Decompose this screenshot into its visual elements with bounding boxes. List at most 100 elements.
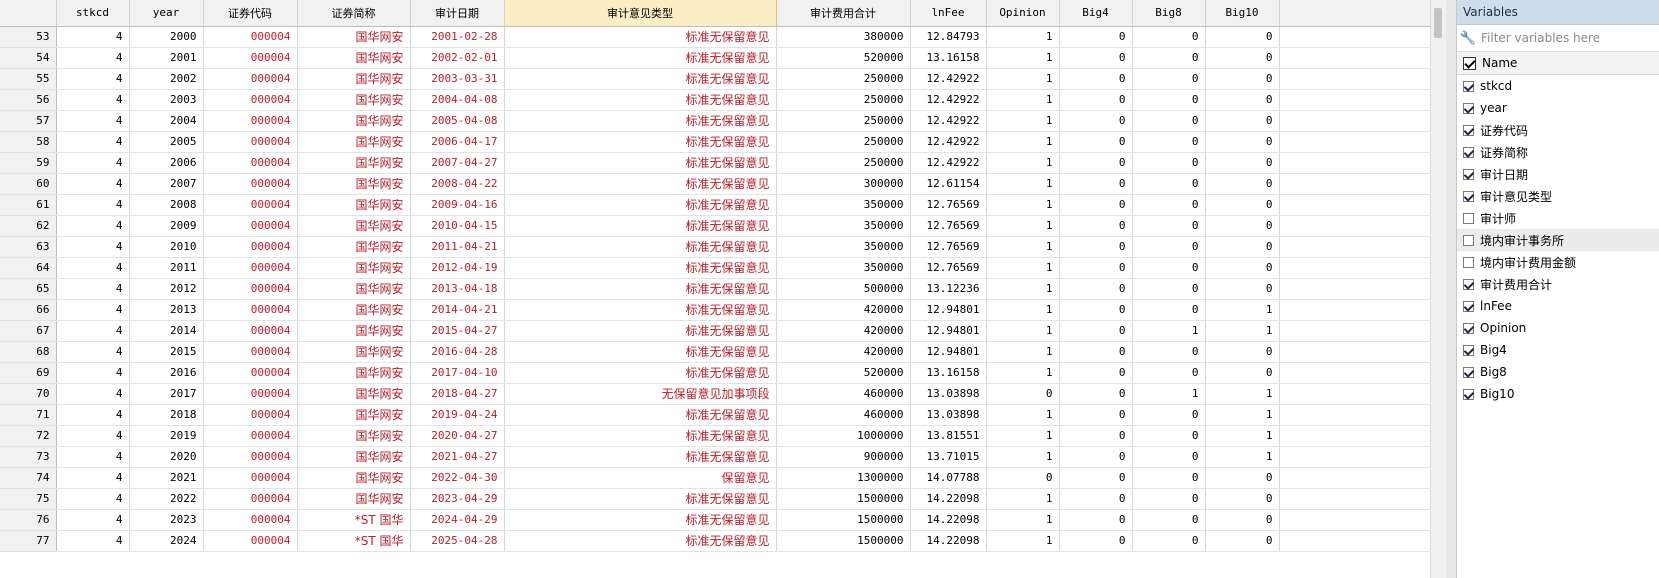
table-cell[interactable]: 1 bbox=[1205, 320, 1280, 342]
variable-checkbox[interactable] bbox=[1463, 322, 1474, 334]
table-cell[interactable]: 2010 bbox=[129, 236, 204, 258]
table-cell[interactable]: 标准无保留意见 bbox=[504, 341, 777, 363]
table-cell[interactable]: 2009-04-16 bbox=[410, 194, 505, 216]
table-cell[interactable]: 2007 bbox=[129, 173, 204, 195]
row-number[interactable]: 68 bbox=[0, 341, 57, 363]
variable-item[interactable]: Big4 bbox=[1457, 339, 1659, 361]
table-cell[interactable]: 0 bbox=[1059, 383, 1133, 405]
variable-checkbox[interactable] bbox=[1463, 212, 1474, 224]
column-header[interactable]: Big4 bbox=[1059, 0, 1133, 27]
table-row[interactable]: 62 4 2009 000004 国华网安 2010-04-15 标准无保留意见 350000… bbox=[0, 215, 1430, 237]
table-cell[interactable]: 1 bbox=[986, 236, 1060, 258]
table-row[interactable]: 56 4 2003 000004 国华网安 2004-04-08 标准无保留意见 250000… bbox=[0, 89, 1430, 111]
column-header[interactable]: 审计费用合计 bbox=[776, 0, 911, 27]
table-cell[interactable]: 国华网安 bbox=[297, 215, 411, 237]
table-cell[interactable]: 1 bbox=[1205, 446, 1280, 468]
row-number[interactable]: 69 bbox=[0, 362, 57, 384]
table-cell[interactable]: 0 bbox=[1205, 278, 1280, 300]
table-cell[interactable]: 000004 bbox=[203, 236, 298, 258]
table-cell[interactable]: 1 bbox=[986, 257, 1060, 279]
table-cell[interactable]: 1 bbox=[1132, 320, 1206, 342]
table-cell[interactable]: 1300000 bbox=[776, 467, 911, 489]
table-cell[interactable]: 国华网安 bbox=[297, 488, 411, 510]
table-cell[interactable]: 0 bbox=[1059, 530, 1133, 552]
table-cell[interactable]: 1 bbox=[986, 215, 1060, 237]
table-cell[interactable]: 0 bbox=[1205, 341, 1280, 363]
table-cell[interactable]: 1 bbox=[986, 320, 1060, 342]
table-cell[interactable]: 0 bbox=[1059, 257, 1133, 279]
table-cell[interactable]: 12.42922 bbox=[910, 110, 987, 132]
table-cell[interactable]: 国华网安 bbox=[297, 257, 411, 279]
variable-checkbox[interactable] bbox=[1463, 80, 1474, 92]
table-cell[interactable]: 2001 bbox=[129, 47, 204, 69]
table-cell[interactable]: 4 bbox=[56, 47, 130, 69]
table-cell[interactable]: 国华网安 bbox=[297, 47, 411, 69]
variable-checkbox[interactable] bbox=[1463, 102, 1474, 114]
variable-checkbox[interactable] bbox=[1463, 256, 1474, 268]
splitter[interactable] bbox=[1446, 0, 1456, 578]
table-cell[interactable]: 000004 bbox=[203, 194, 298, 216]
row-number[interactable]: 56 bbox=[0, 89, 57, 111]
table-cell[interactable]: 000004 bbox=[203, 320, 298, 342]
table-cell[interactable]: 000004 bbox=[203, 362, 298, 384]
table-cell[interactable]: 2006 bbox=[129, 152, 204, 174]
table-cell[interactable]: 1 bbox=[986, 194, 1060, 216]
table-cell[interactable]: 350000 bbox=[776, 215, 911, 237]
table-cell[interactable]: 1 bbox=[986, 446, 1060, 468]
table-cell[interactable]: 1 bbox=[986, 530, 1060, 552]
table-cell[interactable]: 000004 bbox=[203, 68, 298, 90]
table-cell[interactable]: 2015-04-27 bbox=[410, 320, 505, 342]
table-cell[interactable]: 2012-04-19 bbox=[410, 257, 505, 279]
table-cell[interactable]: 000004 bbox=[203, 26, 298, 48]
table-row[interactable]: 74 4 2021 000004 国华网安 2022-04-30 保留意见 1300000 14… bbox=[0, 467, 1430, 489]
table-cell[interactable]: 标准无保留意见 bbox=[504, 47, 777, 69]
table-cell[interactable]: 000004 bbox=[203, 425, 298, 447]
table-cell[interactable]: 420000 bbox=[776, 341, 911, 363]
data-editor-grid[interactable]: stkcd year 证券代码 证券简称 审计日期 审计意见类型 审计费用合计 … bbox=[0, 0, 1430, 578]
table-cell[interactable]: 0 bbox=[1059, 110, 1133, 132]
table-cell[interactable]: 0 bbox=[1132, 341, 1206, 363]
table-cell[interactable]: 0 bbox=[1205, 509, 1280, 531]
table-row[interactable]: 66 4 2013 000004 国华网安 2014-04-21 标准无保留意见 420000… bbox=[0, 299, 1430, 321]
table-cell[interactable]: 2004-04-08 bbox=[410, 89, 505, 111]
table-row[interactable]: 58 4 2005 000004 国华网安 2006-04-17 标准无保留意见 250000… bbox=[0, 131, 1430, 153]
table-cell[interactable]: 13.16158 bbox=[910, 362, 987, 384]
table-cell[interactable]: 13.12236 bbox=[910, 278, 987, 300]
table-cell[interactable]: 0 bbox=[1059, 509, 1133, 531]
row-number[interactable]: 54 bbox=[0, 47, 57, 69]
variable-item[interactable]: 审计意见类型 bbox=[1457, 185, 1659, 207]
table-cell[interactable]: 2021 bbox=[129, 467, 204, 489]
table-cell[interactable]: 2024-04-29 bbox=[410, 509, 505, 531]
table-cell[interactable]: 0 bbox=[1132, 26, 1206, 48]
table-cell[interactable]: 标准无保留意见 bbox=[504, 362, 777, 384]
table-cell[interactable]: 2016-04-28 bbox=[410, 341, 505, 363]
row-number[interactable]: 63 bbox=[0, 236, 57, 258]
table-cell[interactable]: 2004 bbox=[129, 110, 204, 132]
variable-checkbox[interactable] bbox=[1463, 366, 1474, 378]
table-cell[interactable]: 国华网安 bbox=[297, 383, 411, 405]
table-cell[interactable]: 000004 bbox=[203, 509, 298, 531]
vertical-scrollbar[interactable] bbox=[1430, 0, 1446, 578]
row-number[interactable]: 60 bbox=[0, 173, 57, 195]
table-cell[interactable]: 4 bbox=[56, 530, 130, 552]
variable-checkbox[interactable] bbox=[1463, 300, 1474, 312]
table-cell[interactable]: 12.76569 bbox=[910, 236, 987, 258]
table-cell[interactable]: 1 bbox=[986, 341, 1060, 363]
table-row[interactable]: 61 4 2008 000004 国华网安 2009-04-16 标准无保留意见 350000… bbox=[0, 194, 1430, 216]
column-header[interactable]: lnFee bbox=[910, 0, 987, 27]
table-cell[interactable]: 2018 bbox=[129, 404, 204, 426]
column-header[interactable]: 证券代码 bbox=[203, 0, 298, 27]
variables-name-header[interactable]: Name bbox=[1457, 52, 1659, 75]
column-header-selected[interactable]: 审计意见类型 bbox=[503, 0, 777, 27]
variable-item[interactable]: 境内审计费用金额 bbox=[1457, 251, 1659, 273]
table-cell[interactable]: 0 bbox=[1059, 488, 1133, 510]
column-header[interactable]: 审计日期 bbox=[410, 0, 505, 27]
table-cell[interactable]: 标准无保留意见 bbox=[504, 131, 777, 153]
table-cell[interactable]: 300000 bbox=[776, 173, 911, 195]
table-row[interactable]: 64 4 2011 000004 国华网安 2012-04-19 标准无保留意见 350000… bbox=[0, 257, 1430, 279]
column-header[interactable]: stkcd bbox=[56, 0, 130, 27]
table-cell[interactable]: 0 bbox=[1059, 299, 1133, 321]
table-cell[interactable]: 460000 bbox=[776, 383, 911, 405]
table-cell[interactable]: 2008-04-22 bbox=[410, 173, 505, 195]
table-cell[interactable]: 0 bbox=[1132, 215, 1206, 237]
